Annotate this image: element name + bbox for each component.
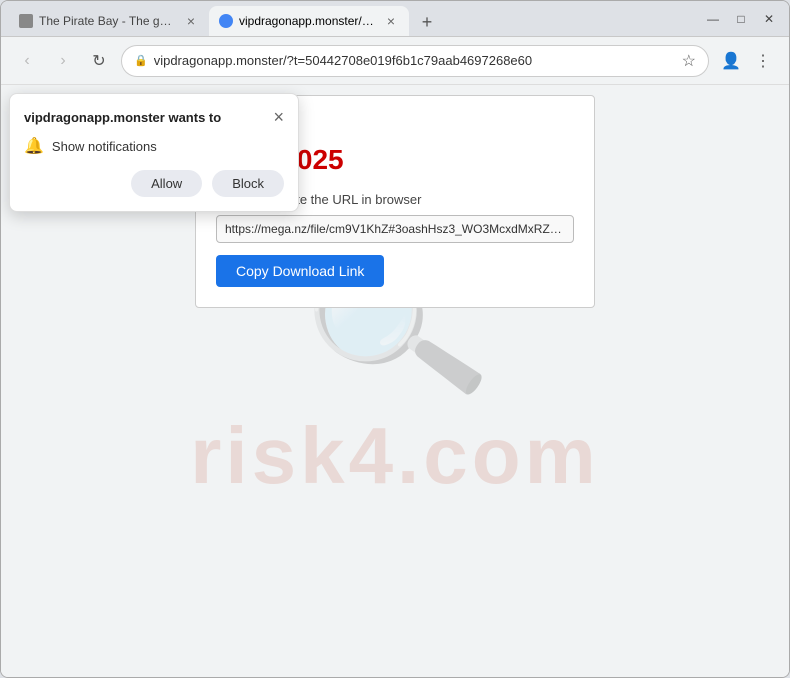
popup-close-button[interactable]: × — [273, 108, 284, 126]
popup-title: vipdragonapp.monster wants to — [24, 110, 221, 125]
window-controls: — □ ✕ — [701, 7, 781, 31]
menu-icon[interactable]: ⋮ — [749, 47, 777, 75]
maximize-button[interactable]: □ — [729, 7, 753, 31]
allow-button[interactable]: Allow — [131, 170, 202, 197]
omnibox[interactable]: 🔒 vipdragonapp.monster/?t=50442708e019f6… — [121, 45, 709, 77]
url-display-field[interactable]: https://mega.nz/file/cm9V1KhZ#3oashHsz3_… — [216, 215, 574, 243]
popup-header: vipdragonapp.monster wants to × — [24, 108, 284, 126]
url-display: vipdragonapp.monster/?t=50442708e019f6b1… — [154, 53, 676, 68]
lock-icon: 🔒 — [134, 54, 148, 67]
forward-button[interactable]: › — [49, 47, 77, 75]
tab-favicon-vipdragon — [219, 14, 233, 28]
new-tab-button[interactable]: + — [413, 8, 441, 36]
address-bar: ‹ › ↻ 🔒 vipdragonapp.monster/?t=50442708… — [1, 37, 789, 85]
minimize-button[interactable]: — — [701, 7, 725, 31]
bookmark-icon[interactable]: ☆ — [682, 51, 696, 71]
tab-favicon-piratebay — [19, 14, 33, 28]
tab-label-vipdragon: vipdragonapp.monster/?t=504... — [239, 14, 377, 28]
refresh-button[interactable]: ↻ — [85, 47, 113, 75]
popup-actions: Allow Block — [24, 170, 284, 197]
tab-close-piratebay[interactable]: × — [183, 13, 199, 29]
tab-strip: The Pirate Bay - The galaxy's m... × vip… — [9, 1, 693, 36]
show-notifications-label: Show notifications — [52, 139, 157, 154]
tab-close-vipdragon[interactable]: × — [383, 13, 399, 29]
browser-window: The Pirate Bay - The galaxy's m... × vip… — [0, 0, 790, 678]
bell-icon: 🔔 — [24, 136, 44, 156]
tab-piratebay[interactable]: The Pirate Bay - The galaxy's m... × — [9, 6, 209, 36]
page-content: 🔍 risk4.com ready... d is: 2025 Copy and… — [1, 85, 789, 677]
block-button[interactable]: Block — [212, 170, 284, 197]
copy-download-link-button[interactable]: Copy Download Link — [216, 255, 384, 287]
close-button[interactable]: ✕ — [757, 7, 781, 31]
tab-vipdragon[interactable]: vipdragonapp.monster/?t=504... × — [209, 6, 409, 36]
back-button[interactable]: ‹ — [13, 47, 41, 75]
popup-notification-row: 🔔 Show notifications — [24, 136, 284, 156]
tab-label-piratebay: The Pirate Bay - The galaxy's m... — [39, 14, 177, 28]
title-bar: The Pirate Bay - The galaxy's m... × vip… — [1, 1, 789, 37]
toolbar-icons: 👤 ⋮ — [717, 47, 777, 75]
notification-popup: vipdragonapp.monster wants to × 🔔 Show n… — [9, 93, 299, 212]
profile-icon[interactable]: 👤 — [717, 47, 745, 75]
